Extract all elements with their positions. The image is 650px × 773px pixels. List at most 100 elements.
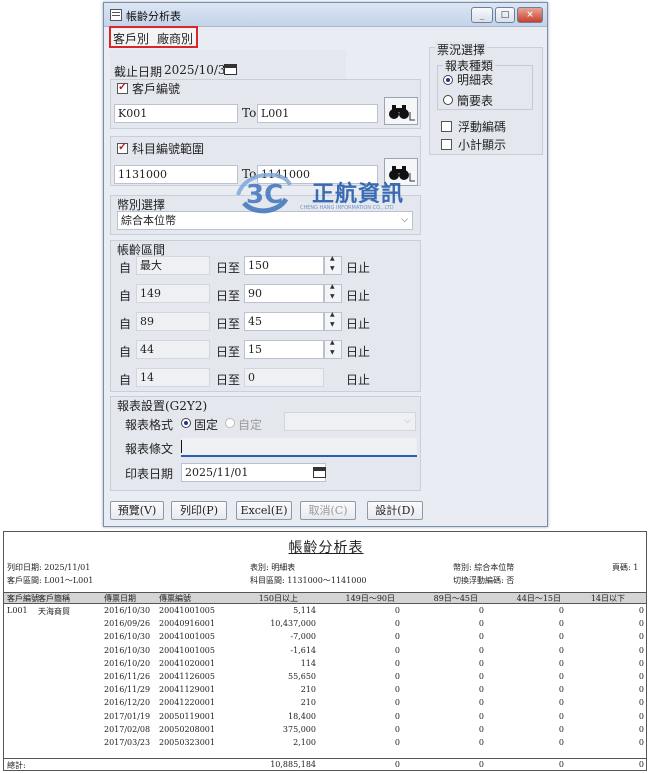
aging-to-input[interactable]: 15 (244, 340, 324, 359)
report-cell-amount: 0 (394, 685, 400, 695)
report-cell-amount: 0 (638, 738, 644, 747)
customer-to-input[interactable]: L001 (257, 104, 378, 123)
customer-lookup-button[interactable] (384, 97, 418, 125)
radio-summary[interactable] (443, 95, 453, 105)
subtotal-checkbox[interactable] (441, 139, 452, 150)
preview-button[interactable]: 預覽(V) (110, 501, 164, 520)
customer-from-input[interactable]: K001 (114, 104, 238, 123)
report-cell-amount: 0 (394, 658, 400, 668)
report-cell-voucher: 20041001005 (159, 632, 215, 642)
aging-suffix-label: 日止 (346, 317, 371, 331)
report-cell-amount: 210 (300, 698, 316, 708)
account-from-input[interactable]: 1131000 (114, 165, 238, 184)
account-range-checkbox[interactable] (117, 140, 128, 154)
report-customer-id: L001 (7, 606, 28, 615)
radio-summary-label: 簡要表 (457, 94, 494, 108)
aging-suffix-label: 日止 (346, 345, 371, 359)
report-cell-date: 2016/11/29 (104, 685, 151, 695)
report-cell-amount: 0 (394, 619, 400, 629)
aging-from-field[interactable]: 最大 (136, 256, 210, 275)
report-account-range: 科目區間: 1131000～1141000 (250, 576, 367, 585)
report-cell-amount: 0 (638, 711, 644, 721)
aging-from-field[interactable]: 89 (136, 312, 210, 331)
radio-custom-label: 自定 (238, 418, 263, 432)
report-cell-amount: 0 (478, 685, 484, 695)
report-cell-amount: 0 (478, 738, 484, 747)
report-cell-voucher: 20040916001 (159, 619, 215, 629)
aging-spinner[interactable] (324, 283, 342, 303)
aging-mid-label: 日至 (216, 345, 241, 359)
tab-customer[interactable]: 客戶別 (113, 30, 149, 47)
report-cell-amount: 0 (558, 685, 564, 695)
report-cell-voucher: 20041220001 (159, 698, 215, 708)
close-button[interactable]: × (517, 7, 543, 23)
company-watermark: 3C 正航資訊 CHENG HANG INFORMATION CO., LTD (230, 165, 430, 225)
aging-to-input[interactable]: 150 (244, 256, 324, 275)
aging-from-field[interactable]: 149 (136, 284, 210, 303)
calendar-icon[interactable] (224, 64, 237, 75)
report-total-amount: 0 (638, 760, 644, 769)
calendar-icon[interactable] (313, 467, 326, 478)
excel-button[interactable]: Excel(E) (236, 501, 292, 520)
report-customer-name: 天海商貿 (38, 607, 70, 616)
report-cell-amount: 0 (394, 724, 400, 734)
report-cell-date: 2017/01/19 (104, 711, 151, 721)
aging-mid-label: 日至 (216, 317, 241, 331)
report-cell-amount: 55,650 (288, 672, 316, 681)
text-cursor (181, 440, 182, 453)
custom-format-select[interactable]: ⌵ (284, 412, 416, 431)
cutoff-date-label: 截止日期 (114, 65, 163, 79)
report-cell-amount: 0 (558, 645, 564, 655)
aging-to-input[interactable]: 90 (244, 284, 324, 303)
report-col-header: 客戶簡稱 (38, 594, 70, 603)
aging-analysis-window: 帳齡分析表 _ □ × 客戶別 廠商別 截止日期 2025/10/31 客戶編號… (103, 2, 548, 527)
report-cell-amount: 0 (638, 645, 644, 655)
aging-from-field[interactable]: 44 (136, 340, 210, 359)
logo-swoosh-icon: 3C (236, 172, 292, 214)
tab-vendor[interactable]: 廠商別 (157, 30, 193, 47)
report-cell-amount: 375,000 (282, 724, 316, 734)
aging-to-input[interactable]: 45 (244, 312, 324, 331)
report-total-amount: 0 (478, 760, 484, 769)
report-text-input[interactable] (181, 438, 417, 457)
app-icon (110, 9, 122, 21)
report-currency: 幣別: 綜合本位幣 (453, 563, 515, 572)
chevron-down-icon: ⌵ (404, 416, 411, 426)
aging-spinner[interactable] (324, 311, 342, 331)
report-col-header: 149日～90日 (345, 594, 395, 603)
report-cell-voucher: 20050119001 (159, 711, 215, 721)
aging-from-field[interactable]: 14 (136, 368, 210, 387)
aging-spinner[interactable] (324, 339, 342, 359)
report-cell-date: 2016/12/20 (104, 698, 151, 708)
radio-detail-label: 明細表 (457, 73, 494, 87)
report-cell-amount: 0 (638, 619, 644, 629)
print-date-input[interactable]: 2025/11/01 (181, 463, 326, 482)
report-float-code: 切換浮動編碼: 否 (453, 576, 515, 585)
title-bar[interactable]: 帳齡分析表 _ □ × (104, 3, 547, 27)
report-total-amount: 0 (558, 760, 564, 769)
report-cell-amount: 0 (638, 606, 644, 615)
aging-spinner[interactable] (324, 255, 342, 275)
aging-to-input[interactable]: 0 (244, 368, 324, 387)
report-cell-amount: 0 (558, 698, 564, 708)
report-page: 頁碼: 1 (612, 563, 639, 572)
radio-detail[interactable] (443, 75, 453, 85)
report-cell-amount: 0 (478, 672, 484, 681)
report-cell-amount: 0 (478, 698, 484, 708)
aging-mid-label: 日至 (216, 373, 241, 387)
design-button[interactable]: 設計(D) (367, 501, 423, 520)
float-code-checkbox[interactable] (441, 121, 452, 132)
cutoff-date-value[interactable]: 2025/10/31 (164, 63, 233, 77)
cancel-button[interactable]: 取消(C) (300, 501, 356, 520)
aging-suffix-label: 日止 (346, 261, 371, 275)
print-button[interactable]: 列印(P) (171, 501, 227, 520)
report-col-header: 傳票編號 (159, 594, 191, 603)
customer-range-checkbox[interactable] (117, 80, 128, 94)
report-cell-amount: 0 (394, 738, 400, 747)
radio-custom[interactable] (225, 418, 235, 428)
maximize-button[interactable]: □ (495, 7, 515, 23)
report-cell-amount: 0 (478, 619, 484, 629)
aging-suffix-label: 日止 (346, 289, 371, 303)
minimize-button[interactable]: _ (471, 7, 493, 23)
radio-fixed[interactable] (181, 418, 191, 428)
